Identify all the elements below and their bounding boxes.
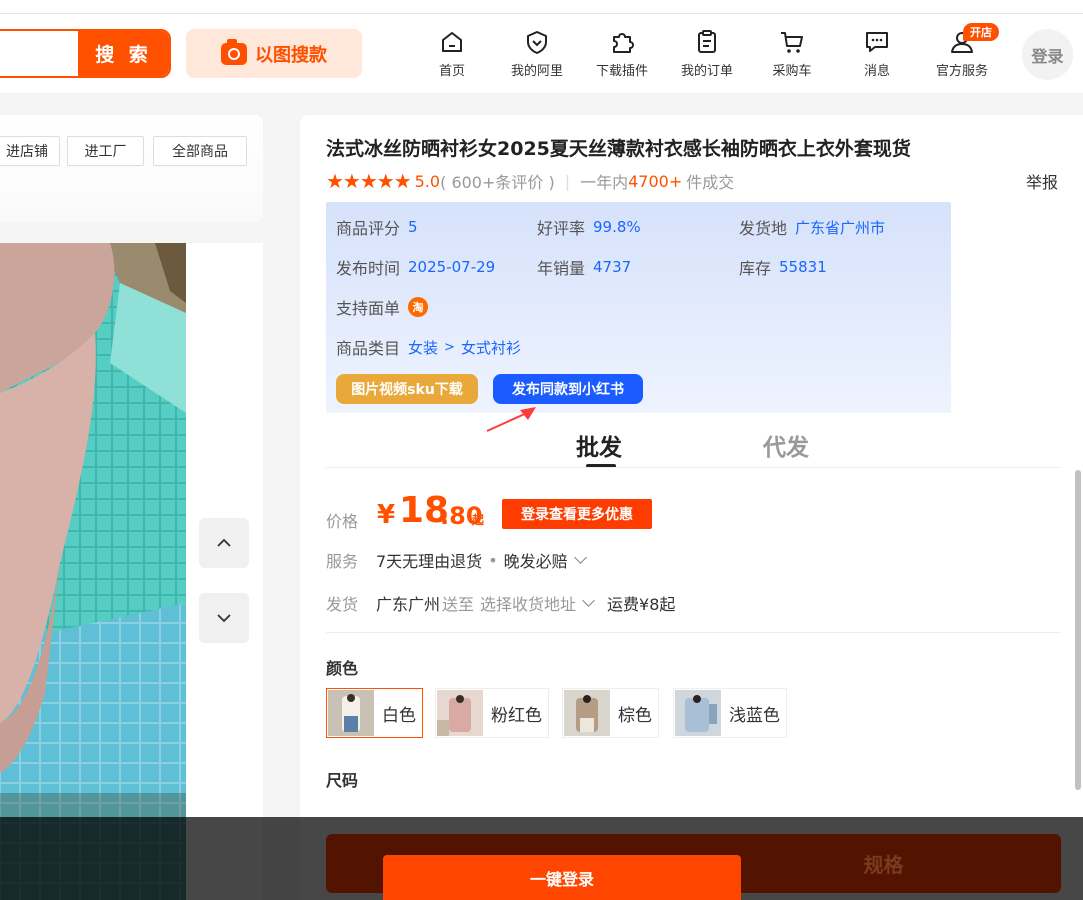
enter-factory-button[interactable]: 进工厂 [67,136,144,166]
info-publish-time: 发布时间 2025-07-29 [336,258,496,278]
nav-label: 采购车 [772,64,812,79]
tab-wholesale[interactable]: 批发 [576,428,622,462]
thumb-down-button[interactable] [199,593,249,643]
clipboard-icon [698,30,716,53]
home-icon [442,32,462,52]
nav-label: 消息 [863,64,890,79]
download-media-button[interactable]: 图片视频sku下载 [336,374,478,404]
rating-score: 5.0 [414,171,441,191]
info-annual-sales: 年销量 4737 [537,258,632,278]
divider [326,632,1061,633]
nav-home[interactable]: 首页 [412,28,492,79]
nav-cart[interactable]: 采购车 [752,28,832,79]
sales-number: 4700+ [628,171,683,191]
price-suffix: 起 [472,513,485,527]
thumbnail-panel [186,243,263,900]
nav-label: 我的订单 [680,64,733,79]
info-stock: 库存 55831 [739,258,827,278]
chevron-down-icon [217,614,231,623]
divider [326,467,1061,468]
info-score: 商品评分 5 [336,218,418,238]
swatch-thumbnail [328,690,374,736]
ship-from: 广东广州 [376,595,441,614]
nav-label: 首页 [438,64,465,79]
pointer-arrow-icon [486,407,536,432]
sales-prefix: 一年内 [580,173,629,192]
main-product-image[interactable] [0,243,186,900]
service-return: 7天无理由退货 [376,552,483,571]
nav-label: 下载插件 [595,64,648,79]
shipping-label: 发货 [326,595,359,614]
shield-heart-icon [527,31,547,54]
search-button[interactable]: 搜 索 [78,31,169,76]
enter-shop-button[interactable]: 进店铺 [0,136,60,166]
size-label: 尺码 [326,771,359,790]
shipping-row: 广东广州 送至 选择收货地址 运费¥8起 [376,591,675,615]
sales-suffix: 件成交 [686,173,735,192]
select-address-dropdown[interactable]: 选择收货地址 [480,591,576,615]
cart-icon [781,32,803,53]
chevron-down-icon [573,551,587,564]
nav-download-plugin[interactable]: 下载插件 [582,28,662,79]
service-late-compensation: 晚发必赔 [503,552,568,571]
review-count[interactable]: ( 600+条评价 ) [440,169,555,193]
image-search-label: 以图搜款 [255,44,327,66]
login-button[interactable]: 登录 [1022,29,1073,80]
publish-xiaohongshu-button[interactable]: 发布同款到小红书 [493,374,643,404]
image-search-button[interactable]: 以图搜款 [186,29,362,78]
nav-my-ali[interactable]: 我的阿里 [497,28,577,79]
color-label: 颜色 [326,659,359,678]
top-header: 搜 索 以图搜款 首页 我的阿里 下载插件 我的订单 采购车 消息 官方服务 开… [0,0,1083,94]
search-input[interactable] [0,31,78,76]
color-option-pink[interactable]: 粉红色 [435,688,549,738]
nav-label: 我的阿里 [510,64,563,79]
nav-label: 官方服务 [935,64,988,79]
one-click-login-button[interactable]: 一键登录 [383,855,741,900]
product-title: 法式冰丝防晒衬衫女2025夏天丝薄款衬衣感长袖防晒衣上衣外套现货 [326,138,911,160]
star-rating-icon: ★★★★★ [326,169,412,193]
price-currency: ¥ [377,500,396,530]
price-label: 价格 [326,512,359,531]
chevron-up-icon [217,538,231,547]
search-box: 搜 索 [0,29,171,78]
info-praise-rate: 好评率 99.8% [537,218,641,238]
page-scrollbar[interactable] [1075,470,1081,790]
service-label: 服务 [326,552,359,571]
service-row[interactable]: 7天无理由退货 • 晚发必赔 [376,548,587,572]
tab-dropship[interactable]: 代发 [763,428,809,462]
taobao-icon: 淘 [408,297,429,317]
swatch-thumbnail [437,690,483,736]
color-option-brown[interactable]: 棕色 [562,688,659,738]
chevron-down-icon [582,594,595,607]
info-origin: 发货地 广东省广州市 [739,218,886,239]
color-option-light-blue[interactable]: 浅蓝色 [673,688,787,738]
category-link-women[interactable]: 女装 [408,337,438,358]
chat-icon [866,32,888,52]
divider: | [564,171,571,191]
open-shop-badge[interactable]: 开店 [963,23,999,41]
shop-bar [0,115,263,222]
color-option-white[interactable]: 白色 [326,688,423,738]
nav-messages[interactable]: 消息 [837,28,917,79]
info-category: 商品类目 女装 > 女式衬衫 [336,337,521,359]
product-photo [0,243,186,900]
shipping-fee: 运费¥8起 [607,595,676,614]
report-link[interactable]: 举报 [1026,169,1058,193]
puzzle-icon [613,33,634,53]
thumb-up-button[interactable] [199,518,249,568]
all-products-button[interactable]: 全部商品 [153,136,247,166]
rating-row: ★★★★★ 5.0 ( 600+条评价 ) | 一年内 4700+ 件成交 [326,169,734,193]
nav-my-orders[interactable]: 我的订单 [667,28,747,79]
swatch-thumbnail [675,690,721,736]
login-more-deals-button[interactable]: 登录查看更多优惠 [502,499,652,529]
camera-icon [221,38,247,65]
info-waybill: 支持面单 淘 [336,295,429,319]
category-link-shirt[interactable]: 女式衬衫 [461,337,521,358]
swatch-thumbnail [564,690,610,736]
